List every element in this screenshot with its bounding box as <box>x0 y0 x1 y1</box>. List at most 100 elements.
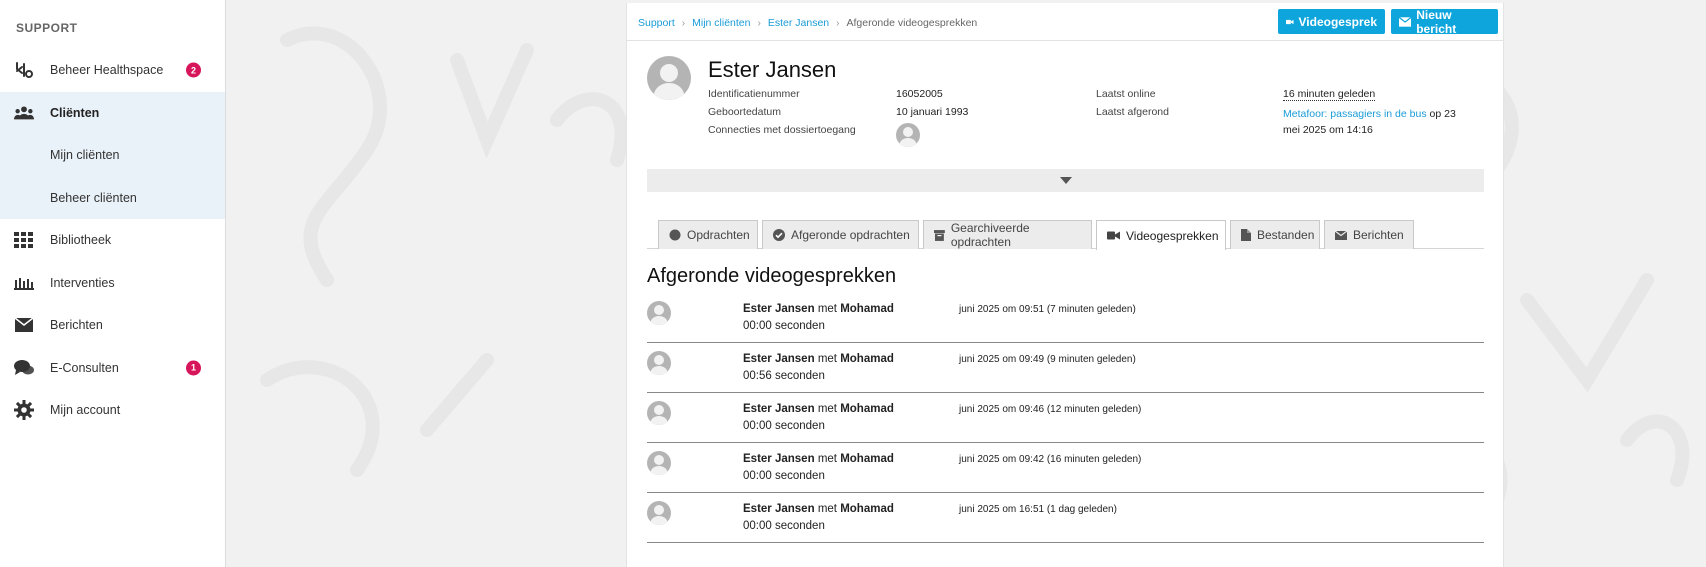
last-completed-value: Metafoor: passagiers in de bus op 23 mei… <box>1283 106 1483 138</box>
sidebar-heading: SUPPORT <box>16 21 78 35</box>
call-duration: 00:00 seconden <box>743 420 825 432</box>
call-counsellor: Mohamad <box>840 303 894 315</box>
call-date: juni 2025 om 09:42 (16 minuten geleden) <box>959 454 1142 465</box>
client-name: Ester Jansen <box>708 57 837 82</box>
sidebar-item-label: E-Consulten <box>50 360 119 375</box>
list-item[interactable]: Ester Jansen met Mohamad juni 2025 om 09… <box>647 393 1484 443</box>
call-participants: Ester Jansen met Mohamad <box>743 453 894 465</box>
call-date: juni 2025 om 09:51 (7 minuten geleden) <box>959 304 1136 315</box>
sidebar-item-mijn-account[interactable]: Mijn account <box>0 389 225 432</box>
call-counsellor: Mohamad <box>840 453 894 465</box>
call-counsellor: Mohamad <box>840 353 894 365</box>
sidebar: SUPPORT Beheer Healthspace 2 Cliënten Mi… <box>0 0 226 567</box>
connection-avatar[interactable] <box>896 123 920 147</box>
call-duration: 00:00 seconden <box>743 470 825 482</box>
avatar <box>647 451 671 475</box>
avatar <box>647 501 671 525</box>
grid-icon <box>14 230 34 250</box>
call-client: Ester Jansen <box>743 403 815 415</box>
sidebar-item-label: Cliënten <box>50 105 100 120</box>
healthspace-icon <box>14 60 34 80</box>
sidebar-item-label: Interventies <box>50 275 115 290</box>
nieuw-bericht-label: Nieuw bericht <box>1416 7 1457 36</box>
dob-label: Geboortedatum <box>708 106 781 118</box>
call-client: Ester Jansen <box>743 353 815 365</box>
sidebar-item-label: Bibliotheek <box>50 233 112 248</box>
nieuw-bericht-button[interactable]: Nieuw bericht <box>1391 7 1498 36</box>
list-item[interactable]: Ester Jansen met Mohamad juni 2025 om 09… <box>647 293 1484 343</box>
sidebar-item-interventies[interactable]: Interventies <box>0 262 225 305</box>
tab-label: Gearchiveerde opdrachten <box>950 221 1030 249</box>
call-participants: Ester Jansen met Mohamad <box>743 303 894 315</box>
call-duration: 00:56 seconden <box>743 370 825 382</box>
sidebar-subitem-beheer-clienten[interactable]: Beheer cliënten <box>0 176 225 219</box>
chevron-right-icon: › <box>836 17 840 29</box>
videogesprek-button[interactable]: Videogesprek <box>1278 9 1385 34</box>
tab-afgeronde-opdrachten[interactable]: Afgeronde opdrachten <box>762 220 919 249</box>
call-duration: 00:00 seconden <box>743 520 825 532</box>
call-participants: Ester Jansen met Mohamad <box>743 403 894 415</box>
gear-icon <box>14 400 34 421</box>
sidebar-item-label: Berichten <box>50 318 103 333</box>
last-completed-date-part2: mei 2025 om 14:16 <box>1283 124 1373 136</box>
id-value: 16052005 <box>896 88 943 100</box>
video-call-list: Ester Jansen met Mohamad juni 2025 om 09… <box>647 293 1484 543</box>
sidebar-item-beheer-healthspace[interactable]: Beheer Healthspace 2 <box>0 49 225 92</box>
tab-gearchiveerde-opdrachten[interactable]: Gearchiveerde opdrachten <box>923 220 1092 249</box>
expand-toggle[interactable] <box>647 169 1484 192</box>
envelope-icon <box>1399 16 1412 27</box>
sidebar-item-clienten[interactable]: Cliënten <box>0 91 225 134</box>
call-with: met <box>817 353 837 365</box>
avatar <box>647 301 671 325</box>
tab-label: Afgeronde opdrachten <box>791 228 910 242</box>
breadcrumb-support[interactable]: Support <box>638 17 675 29</box>
call-date: juni 2025 om 09:49 (9 minuten geleden) <box>959 354 1136 365</box>
last-online-value: 16 minuten geleden <box>1283 88 1376 101</box>
call-duration: 00:00 seconden <box>743 320 825 332</box>
call-client: Ester Jansen <box>743 453 815 465</box>
tab-berichten[interactable]: Berichten <box>1324 220 1414 249</box>
call-participants: Ester Jansen met Mohamad <box>743 503 894 515</box>
last-completed-link[interactable]: Metafoor: passagiers in de bus <box>1283 108 1427 120</box>
list-item[interactable]: Ester Jansen met Mohamad juni 2025 om 09… <box>647 343 1484 393</box>
connections-label: Connecties met dossiertoegang <box>708 124 856 136</box>
call-client: Ester Jansen <box>743 303 815 315</box>
file-icon <box>1241 229 1251 241</box>
call-with: met <box>817 403 837 415</box>
sidebar-subitem-mijn-clienten[interactable]: Mijn cliënten <box>0 134 225 177</box>
tab-bestanden[interactable]: Bestanden <box>1230 220 1320 249</box>
tab-label: Bestanden <box>1257 228 1315 242</box>
breadcrumb: Support › Mijn cliënten › Ester Jansen ›… <box>638 17 977 29</box>
call-with: met <box>817 453 837 465</box>
tab-videogesprekken[interactable]: Videogesprekken <box>1096 220 1226 250</box>
call-counsellor: Mohamad <box>840 403 894 415</box>
call-participants: Ester Jansen met Mohamad <box>743 353 894 365</box>
breadcrumb-client[interactable]: Ester Jansen <box>768 17 829 29</box>
chevron-right-icon: › <box>757 17 761 29</box>
sidebar-item-e-consulten[interactable]: E-Consulten 1 <box>0 347 225 390</box>
avatar <box>647 351 671 375</box>
tab-label: Opdrachten <box>687 228 750 242</box>
last-online-label: Laatst online <box>1096 88 1156 100</box>
envelope-icon <box>1335 230 1347 240</box>
sidebar-item-bibliotheek[interactable]: Bibliotheek <box>0 219 225 262</box>
videogesprek-label: Videogesprek <box>1298 14 1377 29</box>
users-icon <box>14 103 34 123</box>
list-item[interactable]: Ester Jansen met Mohamad juni 2025 om 09… <box>647 443 1484 493</box>
list-item[interactable]: Ester Jansen met Mohamad juni 2025 om 16… <box>647 493 1484 543</box>
section-title: Afgeronde videogesprekken <box>647 265 897 287</box>
call-with: met <box>817 503 837 515</box>
call-date: juni 2025 om 16:51 (1 dag geleden) <box>959 504 1117 515</box>
notification-badge: 1 <box>186 360 201 376</box>
avatar <box>647 56 691 100</box>
breadcrumb-mijn-clienten[interactable]: Mijn cliënten <box>692 17 750 29</box>
last-completed-date-part1: op 23 <box>1426 108 1456 120</box>
tab-label: Berichten <box>1353 228 1404 242</box>
sidebar-item-label: Mijn account <box>50 403 121 418</box>
tab-opdrachten[interactable]: Opdrachten <box>658 220 758 249</box>
breadcrumb-current: Afgeronde videogesprekken <box>846 17 978 29</box>
caret-down-icon <box>1059 177 1072 184</box>
call-counsellor: Mohamad <box>840 503 894 515</box>
call-date: juni 2025 om 09:46 (12 minuten geleden) <box>959 404 1142 415</box>
sidebar-item-berichten[interactable]: Berichten <box>0 304 225 347</box>
